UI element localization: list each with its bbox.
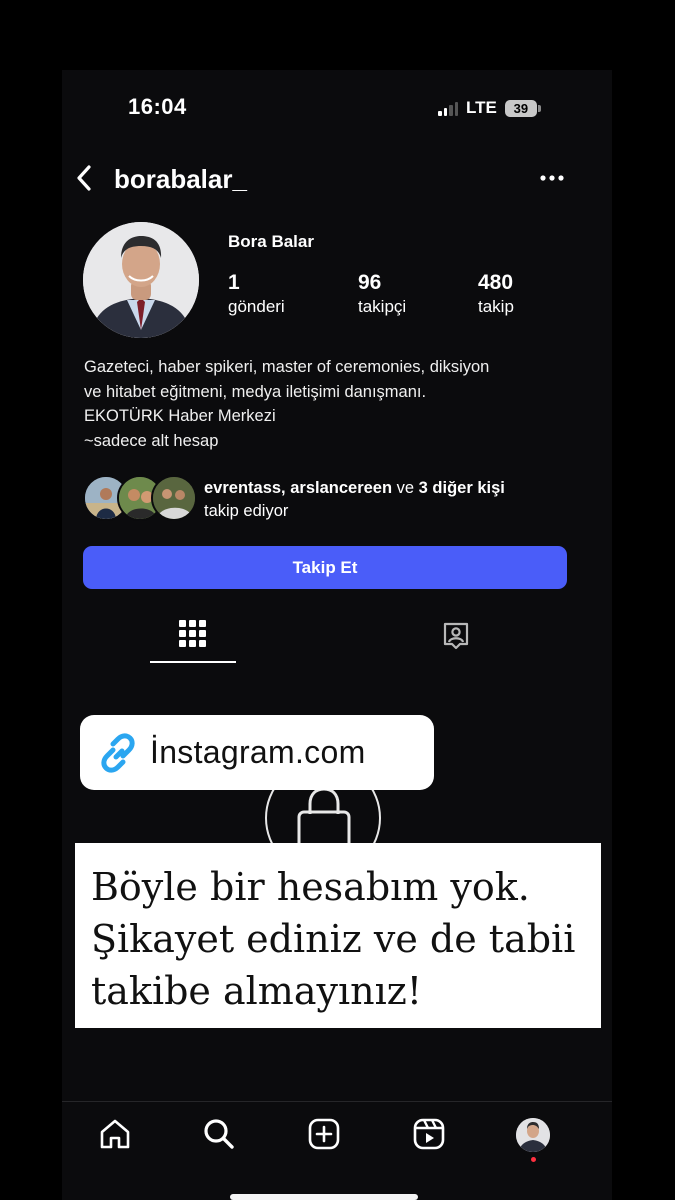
- mutual-followers-avatars[interactable]: [83, 475, 197, 521]
- battery-level: 39: [513, 100, 529, 116]
- bottom-nav-divider: [62, 1101, 612, 1102]
- search-icon[interactable]: [202, 1117, 236, 1151]
- display-name: Bora Balar: [228, 232, 314, 251]
- link-sticker[interactable]: İnstagram.com: [80, 715, 434, 790]
- signal-icon: [438, 100, 458, 116]
- tagged-icon[interactable]: [441, 621, 471, 651]
- mutual-followers-text[interactable]: evrentass, arslancereen ve 3 diğer kişi …: [204, 477, 505, 523]
- stat-label: takip: [478, 297, 514, 316]
- disclaimer-note: Böyle bir hesabım yok. Şikayet ediniz ve…: [75, 843, 601, 1028]
- note-line: Şikayet ediniz ve de tabii: [91, 917, 576, 961]
- mutual-suffix: takip ediyor: [204, 502, 289, 520]
- stat-value: 1: [228, 271, 240, 294]
- more-horizontal-icon[interactable]: [539, 172, 565, 184]
- create-icon[interactable]: [307, 1117, 341, 1151]
- profile-photo: [83, 222, 199, 338]
- home-indicator: [230, 1194, 418, 1200]
- status-time: 16:04: [128, 94, 187, 119]
- mutual-others: 3 diğer kişi: [418, 479, 505, 497]
- stat-following[interactable]: 480 takip: [478, 271, 514, 317]
- network-label: LTE: [466, 98, 497, 117]
- lock-icon: [297, 787, 351, 850]
- bio-line: ~sadece alt hesap: [84, 431, 219, 450]
- note-line: Böyle bir hesabım yok.: [91, 865, 530, 909]
- stat-posts[interactable]: 1 gönderi: [228, 271, 285, 317]
- grid-icon[interactable]: [179, 620, 206, 647]
- status-indicators: LTE 39: [438, 98, 541, 118]
- stat-followers[interactable]: 96 takipçi: [358, 271, 406, 317]
- stat-label: takipçi: [358, 297, 407, 316]
- mutual-connector: ve: [392, 479, 419, 497]
- stat-value: 96: [358, 271, 382, 294]
- mutual-avatar: [151, 475, 197, 521]
- reels-icon[interactable]: [412, 1117, 446, 1151]
- profile-username: borabalar_: [114, 164, 247, 194]
- bio-line: ve hitabet eğitmeni, medya iletişimi dan…: [84, 382, 427, 401]
- note-line: takibe almayınız!: [91, 969, 423, 1013]
- home-icon[interactable]: [98, 1117, 132, 1151]
- notification-dot: [531, 1157, 536, 1162]
- screen: 16:04 LTE 39 borabalar_ Bora Balar 1 gön…: [0, 0, 675, 1200]
- active-tab-indicator: [150, 661, 236, 663]
- stat-label: gönderi: [228, 297, 285, 316]
- stat-value: 480: [478, 271, 514, 294]
- mutual-names: evrentass, arslancereen: [204, 479, 393, 497]
- bio-line: Gazeteci, haber spikeri, master of cerem…: [84, 358, 490, 376]
- chevron-left-icon[interactable]: [72, 162, 98, 194]
- bio-line: EKOTÜRK Haber Merkezi: [84, 407, 276, 425]
- profile-avatar[interactable]: [83, 222, 199, 338]
- follow-button[interactable]: Takip Et: [83, 546, 567, 589]
- link-label: İnstagram.com: [150, 734, 366, 770]
- link-icon: [101, 732, 135, 773]
- profile-tab-avatar[interactable]: [516, 1118, 550, 1152]
- profile-bio: Gazeteci, haber spikeri, master of cerem…: [84, 355, 584, 453]
- battery-icon: 39: [504, 99, 541, 117]
